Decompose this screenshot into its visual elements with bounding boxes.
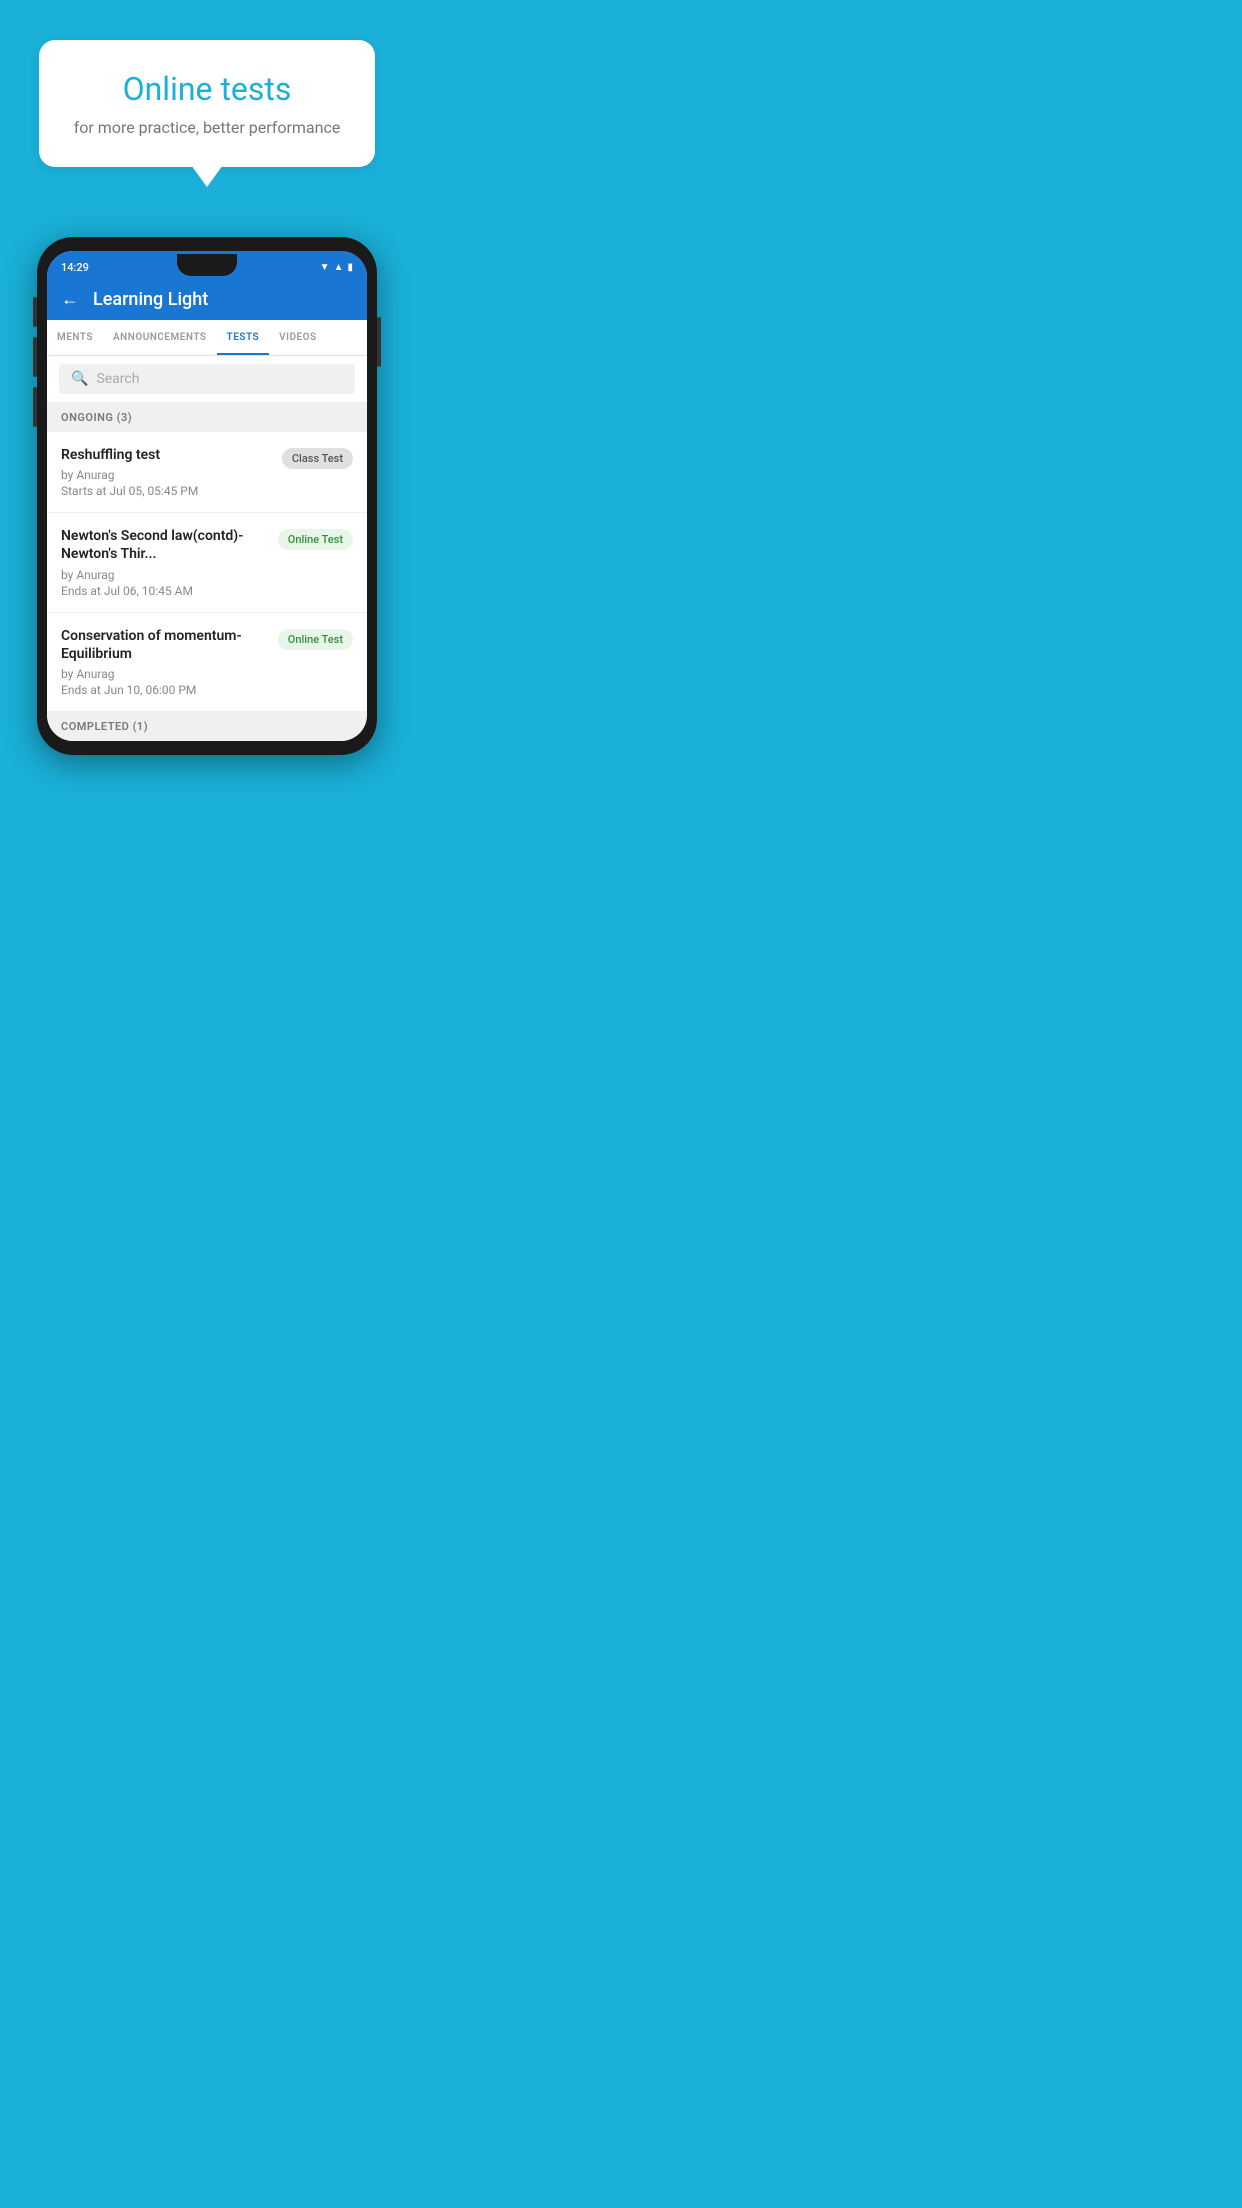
test-date-2: Ends at Jul 06, 10:45 AM (61, 584, 268, 598)
phone-volume-down-button (33, 337, 37, 377)
ongoing-section-label: ONGOING (3) (47, 403, 367, 432)
phone-power-button (377, 317, 381, 367)
test-author-2: by Anurag (61, 568, 268, 582)
test-author-1: by Anurag (61, 468, 272, 482)
speech-bubble: Online tests for more practice, better p… (39, 40, 376, 167)
completed-section-label: COMPLETED (1) (47, 712, 367, 741)
test-name-3: Conservation of momentum-Equilibrium (61, 627, 268, 663)
test-date-3: Ends at Jun 10, 06:00 PM (61, 683, 268, 697)
phone-notch (177, 254, 237, 276)
phone-volume-up-button (33, 297, 37, 327)
phone-notch-area (37, 251, 377, 279)
test-badge-3: Online Test (278, 629, 353, 650)
test-name-2: Newton's Second law(contd)-Newton's Thir… (61, 527, 268, 563)
test-info-3: Conservation of momentum-Equilibrium by … (61, 627, 268, 697)
phone-container: 14:29 ▼ ▲ ▮ ← Learning Light MENTS ANNOU… (37, 237, 377, 755)
test-date-1: Starts at Jul 05, 05:45 PM (61, 484, 272, 498)
tab-tests[interactable]: TESTS (217, 320, 270, 355)
test-list: Reshuffling test by Anurag Starts at Jul… (47, 432, 367, 712)
test-info-2: Newton's Second law(contd)-Newton's Thir… (61, 527, 268, 597)
test-author-3: by Anurag (61, 667, 268, 681)
test-item[interactable]: Conservation of momentum-Equilibrium by … (47, 613, 367, 712)
top-section: Online tests for more practice, better p… (0, 0, 414, 197)
test-badge-1: Class Test (282, 448, 353, 469)
back-button[interactable]: ← (61, 289, 79, 310)
tab-announcements[interactable]: ANNOUNCEMENTS (103, 320, 217, 355)
app-header: ← Learning Light (47, 279, 367, 320)
search-placeholder: Search (96, 371, 139, 387)
tab-ments[interactable]: MENTS (47, 320, 103, 355)
search-container: 🔍 Search (47, 356, 367, 403)
phone-extra-button (33, 387, 37, 427)
search-box[interactable]: 🔍 Search (59, 364, 355, 394)
app-title: Learning Light (93, 289, 208, 310)
test-badge-2: Online Test (278, 529, 353, 550)
test-info-1: Reshuffling test by Anurag Starts at Jul… (61, 446, 272, 498)
test-item[interactable]: Newton's Second law(contd)-Newton's Thir… (47, 513, 367, 612)
test-name-1: Reshuffling test (61, 446, 272, 464)
phone-screen: 14:29 ▼ ▲ ▮ ← Learning Light MENTS ANNOU… (47, 251, 367, 741)
phone-outer: 14:29 ▼ ▲ ▮ ← Learning Light MENTS ANNOU… (37, 237, 377, 755)
test-item[interactable]: Reshuffling test by Anurag Starts at Jul… (47, 432, 367, 513)
tabs-bar: MENTS ANNOUNCEMENTS TESTS VIDEOS (47, 320, 367, 356)
bubble-title: Online tests (63, 70, 352, 108)
search-icon: 🔍 (71, 371, 88, 387)
bubble-subtitle: for more practice, better performance (63, 118, 352, 137)
tab-videos[interactable]: VIDEOS (269, 320, 327, 355)
